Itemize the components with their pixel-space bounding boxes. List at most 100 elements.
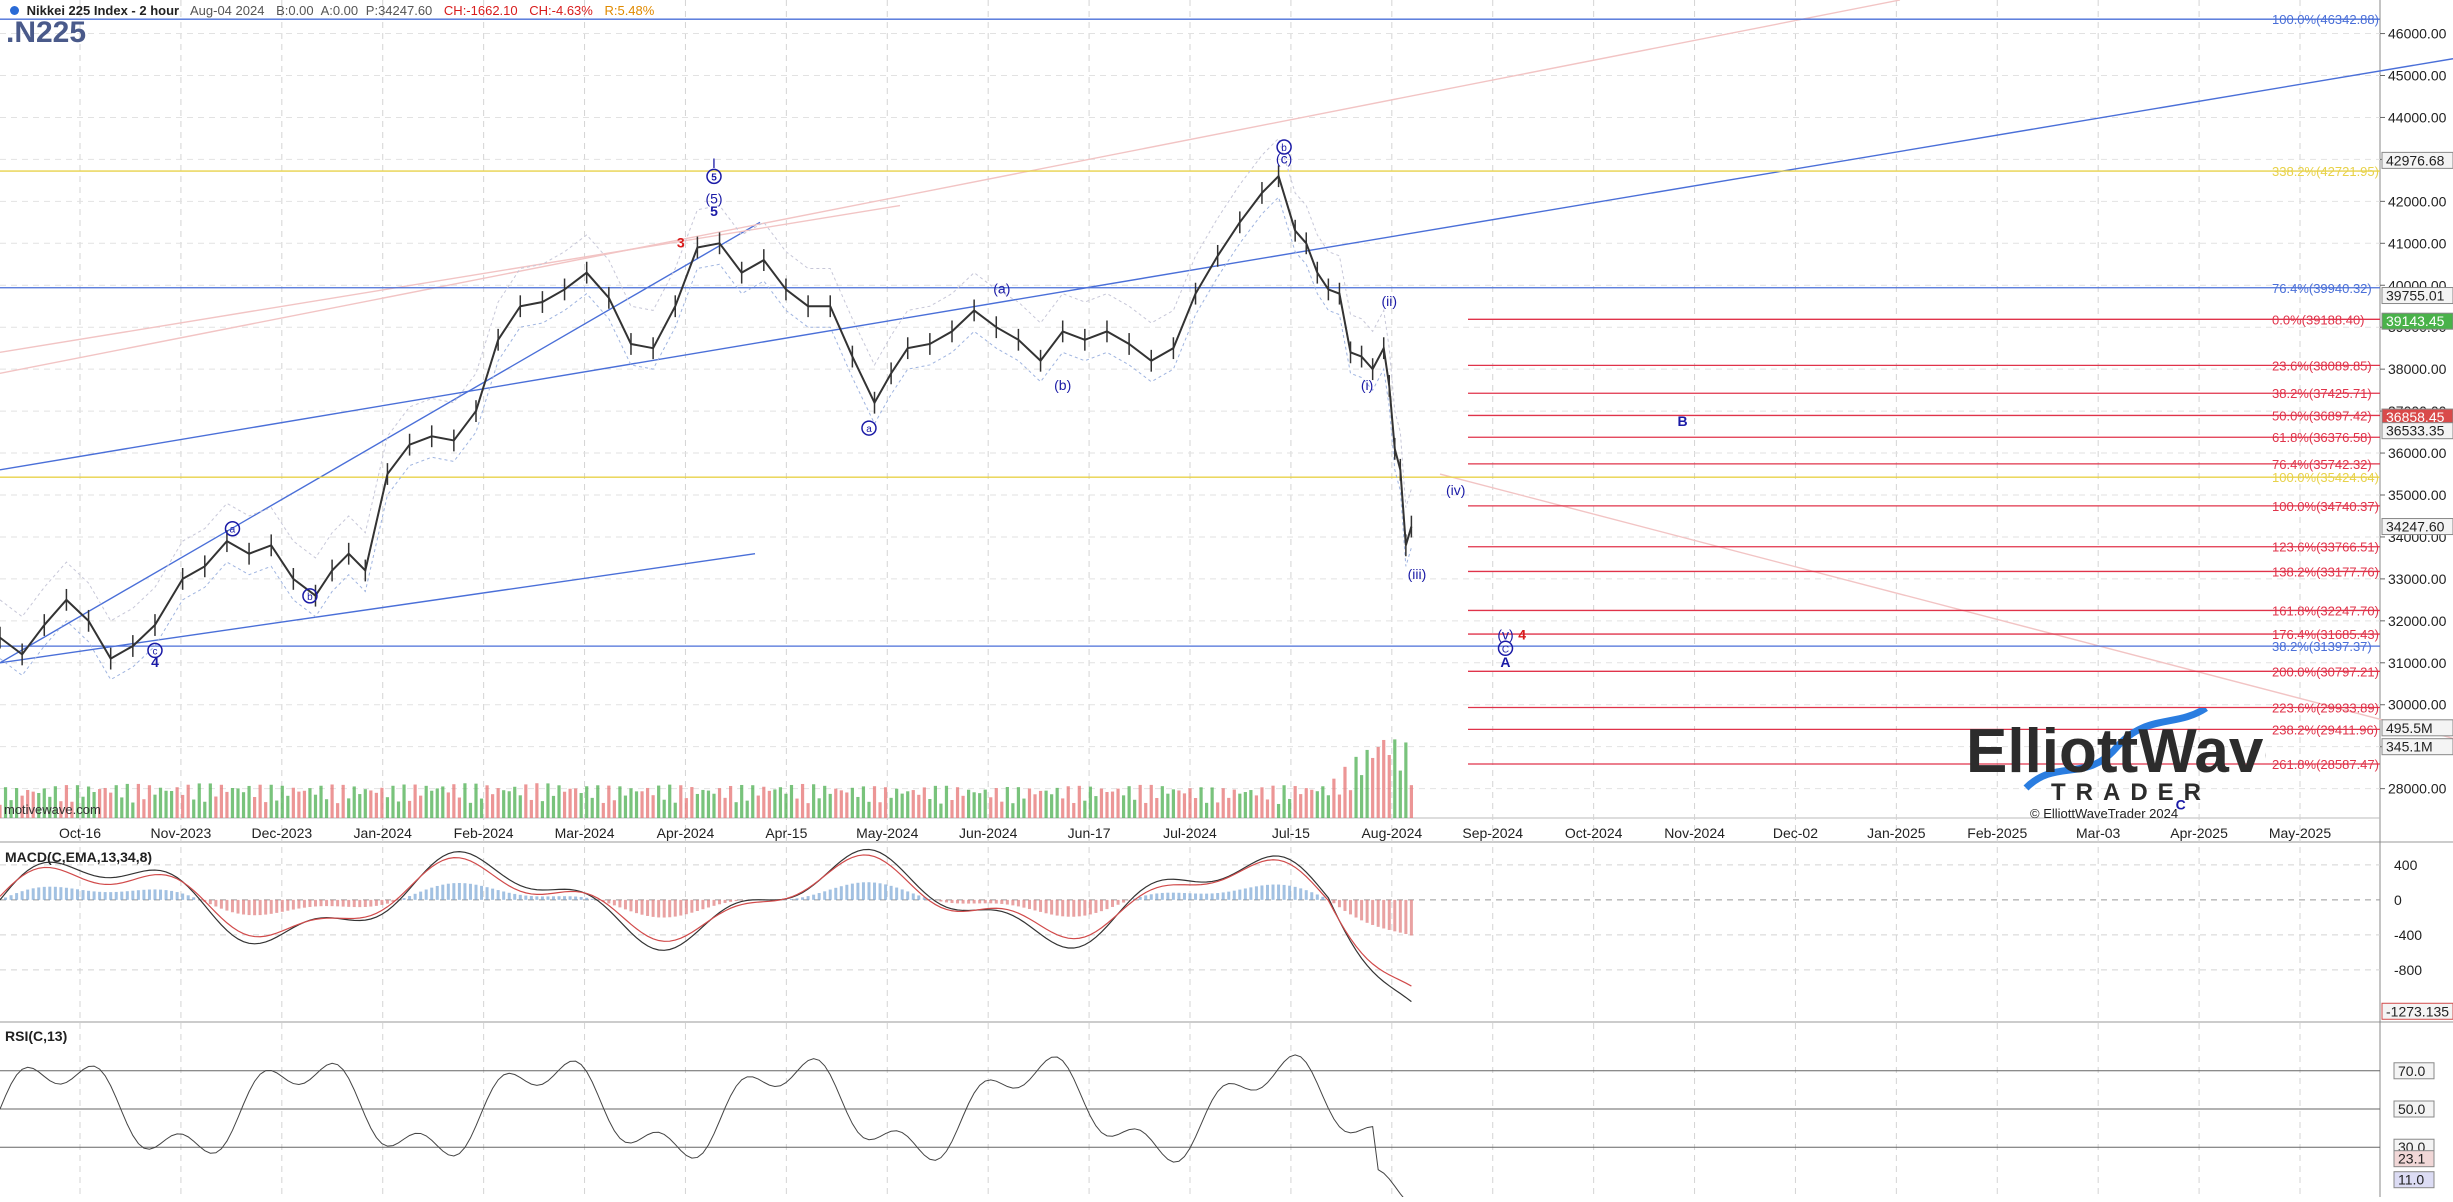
macd-histogram-bar [1122,900,1125,903]
rsi-title: RSI(C,13) [5,1028,67,1044]
volume-bar [115,785,118,818]
macd-histogram-bar [1211,893,1214,899]
macd-histogram-bar [1260,885,1263,899]
volume-bar [696,794,699,818]
macd-histogram-bar [1117,900,1120,905]
macd-histogram-bar [1017,900,1020,907]
volume-bar [1072,803,1075,818]
price-tag-label: 36533.35 [2386,423,2445,439]
macd-histogram-bar [895,888,898,900]
volume-bar [607,786,610,818]
macd-histogram-bar [308,900,311,907]
volume-bar [740,785,743,818]
volume-bar [281,786,284,818]
volume-bar [1222,788,1225,818]
fib-level-label: 100.0%(46342.88) [2272,12,2379,27]
fib-level-label: 0.0%(39188.40) [2272,312,2365,327]
volume-bar [657,786,660,818]
macd-histogram-bar [646,900,649,916]
macd-histogram-bar [1310,892,1313,900]
wave-label: (v) [1497,627,1513,643]
volume-bar [1017,787,1020,818]
y-tick-label: 33000.00 [2388,571,2447,587]
macd-histogram-bar [524,896,527,900]
volume-bar [1144,803,1147,818]
volume-bar [187,785,190,818]
macd-tick-label: -400 [2394,927,2422,943]
volume-bar [419,796,422,818]
fib-level-label: 161.8%(32247.70) [2272,603,2379,618]
volume-bar [729,786,732,818]
volume-bar [502,790,505,818]
macd-histogram-bar [10,895,13,900]
volume-bar [275,801,278,818]
volume-bar [1078,786,1081,818]
wave-label: (i) [1361,377,1373,393]
volume-bar [901,794,904,818]
macd-histogram-bar [701,900,704,909]
x-tick-label: Jun-17 [1068,825,1111,841]
wave-label: 4 [1518,627,1526,643]
volume-bar [485,785,488,818]
logo-brand-bottom: TRADER [2051,779,2211,806]
volume-bar [585,786,588,818]
macd-histogram-bar [1155,893,1158,899]
volume-bar [718,788,721,818]
chart-svg[interactable]: Oct-16Nov-2023Dec-2023Jan-2024Feb-2024Ma… [0,0,2453,1197]
volume-bar [895,789,898,818]
macd-histogram-bar [530,896,533,900]
volume-bar [923,787,926,818]
volume-bar [297,792,300,818]
macd-histogram-bar [342,900,345,907]
macd-histogram-bar [93,891,96,899]
volume-bar [1033,794,1036,818]
y-tick-label: 32000.00 [2388,613,2447,629]
macd-histogram-bar [386,900,389,904]
volume-bar [663,800,666,818]
wave-label: (iii) [1408,566,1427,582]
macd-histogram-bar [347,900,350,907]
macd-histogram-bar [1039,900,1042,912]
volume-bar [707,791,710,818]
macd-histogram-bar [862,882,865,900]
macd-histogram-bar [856,883,859,900]
macd-histogram-bar [890,886,893,900]
volume-bar [552,796,555,818]
volume-bar [270,785,273,818]
volume-bar [441,786,444,818]
volume-bar [541,801,544,818]
price-tag-label: 39143.45 [2386,313,2445,329]
macd-histogram-bar [901,889,904,899]
chart-area[interactable]: Oct-16Nov-2023Dec-2023Jan-2024Feb-2024Ma… [0,0,2453,1197]
macd-histogram-bar [325,900,328,906]
volume-bar [253,797,256,818]
volume-bar [120,797,123,818]
macd-histogram-bar [286,900,289,911]
macd-histogram-bar [613,900,616,905]
volume-bar [978,793,981,818]
volume-bar [1067,786,1070,818]
macd-histogram-bar [153,889,156,899]
macd-histogram-bar [1006,900,1009,905]
x-tick-label: Nov-2023 [151,825,212,841]
macd-histogram-bar [430,888,433,900]
macd-histogram-bar [1050,900,1053,915]
macd-histogram-bar [624,900,627,910]
volume-bar [397,801,400,818]
macd-histogram-bar [231,900,234,912]
macd-histogram-bar [491,889,494,900]
volume-bar [735,802,738,818]
macd-histogram-bar [192,897,195,900]
macd-histogram-bar [696,900,699,911]
macd-histogram-bar [962,900,965,904]
macd-histogram-bar [131,891,134,900]
macd-histogram-bar [834,888,837,900]
macd-histogram-bar [475,885,478,900]
volume-bar [751,785,754,818]
volume-bar [469,803,472,818]
fib-level-label: 38.2%(37425.71) [2272,386,2372,401]
volume-bar [153,795,156,818]
volume-bar [513,787,516,818]
volume-bar [286,796,289,818]
volume-bar [1044,791,1047,818]
